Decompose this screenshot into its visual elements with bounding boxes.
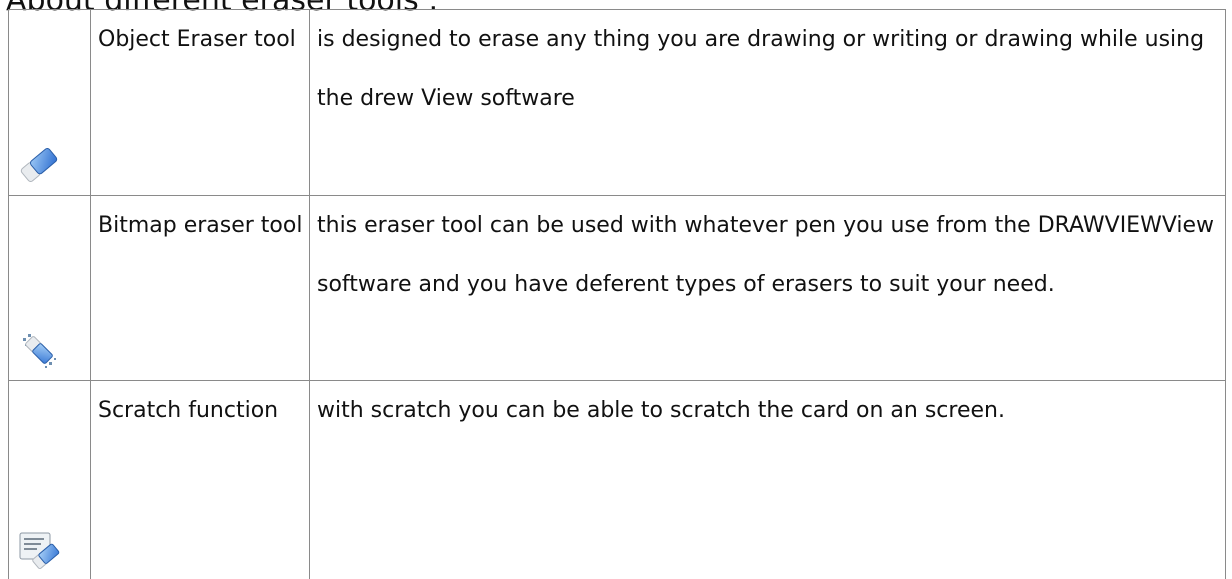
icon-cell [9, 381, 91, 579]
tool-name: Object Eraser tool [91, 10, 310, 196]
tool-description: this eraser tool can be used with whatev… [310, 196, 1226, 381]
scratch-icon [17, 527, 61, 571]
tool-name: Bitmap eraser tool [91, 196, 310, 381]
table-row: Object Eraser tool is designed to erase … [9, 10, 1226, 196]
eraser-tools-table: Object Eraser tool is designed to erase … [8, 9, 1226, 579]
tool-description: with scratch you can be able to scratch … [310, 381, 1226, 579]
bitmap-eraser-icon [17, 328, 61, 372]
icon-cell [9, 196, 91, 381]
table-row: Scratch function with scratch you can be… [9, 381, 1226, 579]
tool-description: is designed to erase any thing you are d… [310, 10, 1226, 196]
table-row: Bitmap eraser tool this eraser tool can … [9, 196, 1226, 381]
object-eraser-icon [17, 143, 61, 187]
tool-name: Scratch function [91, 381, 310, 579]
icon-cell [9, 10, 91, 196]
